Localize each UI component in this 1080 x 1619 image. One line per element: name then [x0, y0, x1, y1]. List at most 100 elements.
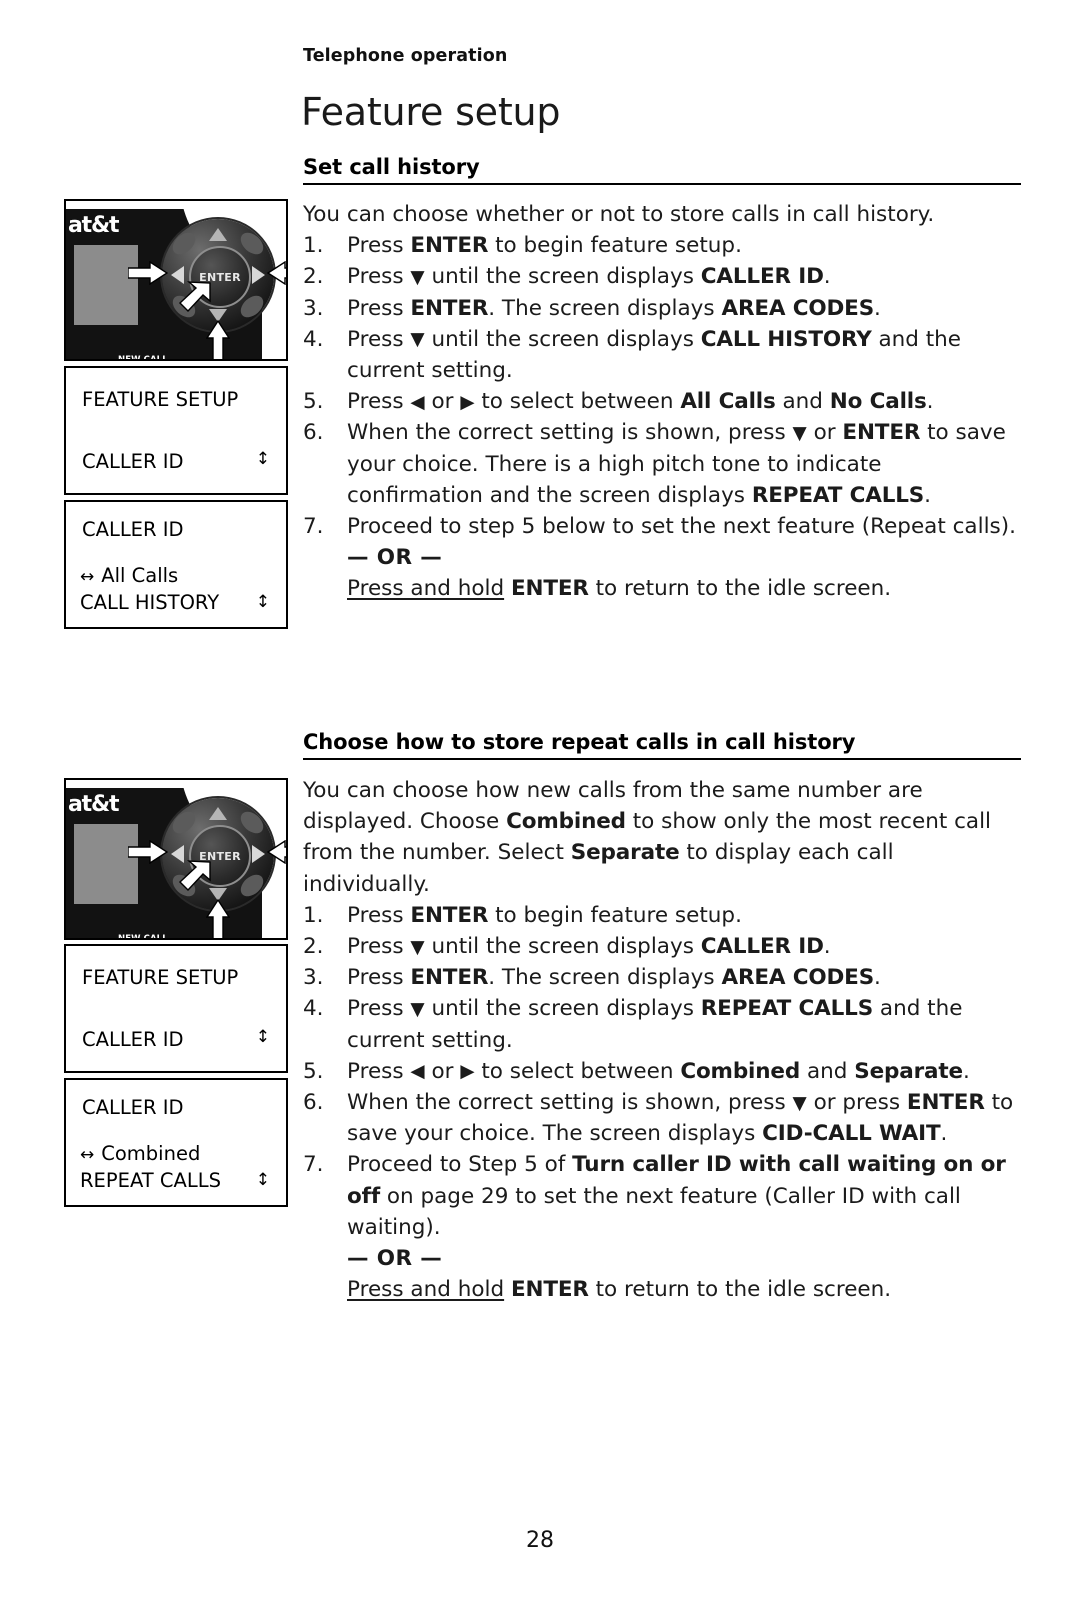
- step-text: Press ENTER. The screen displays AREA CO…: [347, 295, 881, 321]
- lcd-bottom-line: CALLER ID: [82, 450, 184, 473]
- step-number: 6.: [303, 420, 324, 446]
- step-item: 3. Press ENTER. The screen displays AREA …: [303, 962, 1023, 993]
- step-number: 7.: [303, 514, 324, 540]
- lcd-top-line: CALLER ID: [82, 518, 184, 541]
- step-item: 6. When the correct setting is shown, pre…: [303, 1087, 1023, 1149]
- callout-right-arrow-icon: [266, 840, 286, 864]
- callout-enter-button: [176, 279, 216, 319]
- lcd-setting-value: All Calls: [101, 564, 179, 587]
- step-text: Press ◀ or ▶ to select between Combined …: [347, 1058, 970, 1084]
- right-arrow-icon[interactable]: [252, 266, 265, 284]
- lcd-top-line: CALLER ID: [82, 1096, 184, 1119]
- step-item: 5. Press ◀ or ▶ to select between Combine…: [303, 1056, 1023, 1087]
- softkey-label-newcall: NEW CALL LINE 2: [118, 934, 168, 940]
- section-2-steps: 1. Press ENTER to begin feature setup. 2. P…: [303, 900, 1023, 1243]
- right-arrow-icon: ▶: [460, 1061, 475, 1083]
- section-2-idle-instruction: Press and hold ENTER to return to the id…: [347, 1277, 892, 1303]
- heading-rule: [303, 183, 1021, 185]
- up-arrow-icon[interactable]: [209, 807, 227, 820]
- step-text: Press ▼ until the screen displays REPEAT…: [347, 996, 963, 1053]
- up-down-indicator-icon: ↕: [255, 1027, 270, 1047]
- phone-illustration: at&t TORY NEW CALL LINE 2 ENTER: [66, 780, 286, 938]
- section-heading-choose-repeat-calls: Choose how to store repeat calls in call…: [303, 730, 1021, 760]
- left-arrow-icon: ◀: [410, 391, 425, 413]
- lcd-bottom-line: REPEAT CALLS: [80, 1169, 221, 1192]
- step-number: 2.: [303, 934, 324, 960]
- step-text: When the correct setting is shown, press…: [347, 1090, 1014, 1147]
- right-arrow-icon: ▶: [460, 391, 475, 413]
- softkey-label-newcall: NEW CALL LINE 2: [118, 355, 168, 359]
- step-number: 4.: [303, 326, 324, 352]
- step-text: Press ENTER to begin feature setup.: [347, 233, 742, 259]
- step-item: 2. Press ▼ until the screen displays CALL…: [303, 261, 1023, 292]
- section-2-body: You can choose how new calls from the sa…: [303, 775, 1023, 1305]
- lcd-bottom-line: CALLER ID: [82, 1028, 184, 1051]
- step-item: 5. Press ◀ or ▶ to select between All Cal…: [303, 386, 1023, 417]
- section-heading-set-call-history: Set call history: [303, 155, 1021, 185]
- lcd-screen-feature-setup-1: FEATURE SETUP CALLER ID ↕: [64, 366, 288, 495]
- att-logo: at&t: [68, 213, 119, 238]
- down-arrow-icon: ▼: [792, 423, 807, 445]
- down-arrow-icon: ▼: [410, 329, 425, 351]
- lcd-setting-value: Combined: [101, 1142, 201, 1165]
- callout-right-arrow-icon: [266, 261, 286, 285]
- step-number: 5.: [303, 389, 324, 415]
- phone-screen: [74, 824, 138, 904]
- phone-illustration: at&t TORY NEW CALL LINE 2 ENTER: [66, 201, 286, 359]
- callout-down-arrow-icon: [206, 898, 230, 938]
- running-head: Telephone operation: [303, 46, 508, 66]
- section-heading-text: Choose how to store repeat calls in call…: [303, 730, 856, 754]
- down-arrow-icon: ▼: [410, 267, 425, 289]
- step-text: Press ENTER. The screen displays AREA CO…: [347, 965, 881, 991]
- section-1-or-label: — OR —: [347, 545, 443, 571]
- right-arrow-icon[interactable]: [252, 845, 265, 863]
- lcd-setting-line: ↔ Combined: [80, 1142, 200, 1165]
- up-down-indicator-icon: ↕: [255, 592, 270, 612]
- down-arrow-icon: ▼: [410, 999, 425, 1021]
- lcd-screen-feature-setup-2: FEATURE SETUP CALLER ID ↕: [64, 944, 288, 1073]
- att-logo: at&t: [68, 792, 119, 817]
- left-right-indicator-icon: ↔: [80, 567, 95, 587]
- left-arrow-icon: ◀: [410, 1061, 425, 1083]
- lcd-top-line: FEATURE SETUP: [82, 388, 239, 411]
- step-number: 4.: [303, 996, 324, 1022]
- step-item: 4. Press ▼ until the screen displays REPE…: [303, 993, 1023, 1055]
- section-2-intro: You can choose how new calls from the sa…: [303, 778, 992, 897]
- lcd-top-line: FEATURE SETUP: [82, 966, 239, 989]
- callout-left-arrow-icon: [128, 840, 168, 864]
- step-text: Press ▼ until the screen displays CALL H…: [347, 326, 962, 384]
- down-arrow-icon: ▼: [410, 936, 425, 958]
- section-1-intro: You can choose whether or not to store c…: [303, 202, 935, 227]
- step-item: 7. Proceed to Step 5 of Turn caller ID wi…: [303, 1149, 1023, 1243]
- step-item: 6. When the correct setting is shown, pre…: [303, 417, 1023, 511]
- lcd-screen-caller-id-call-history: CALLER ID ↔ All Calls CALL HISTORY ↕: [64, 500, 288, 629]
- step-number: 1.: [303, 233, 324, 259]
- phone-figure-2: at&t TORY NEW CALL LINE 2 ENTER: [64, 778, 288, 940]
- section-1-body: You can choose whether or not to store c…: [303, 199, 1023, 605]
- step-text: Press ▼ until the screen displays CALLER…: [347, 264, 831, 290]
- up-arrow-icon[interactable]: [209, 228, 227, 241]
- step-item: 3. Press ENTER. The screen displays AREA …: [303, 293, 1023, 324]
- down-arrow-icon: ▼: [792, 1092, 807, 1114]
- step-text: Press ◀ or ▶ to select between All Calls…: [347, 389, 934, 415]
- callout-down-arrow-icon: [206, 319, 230, 359]
- step-text: Proceed to Step 5 of Turn caller ID with…: [347, 1152, 1006, 1240]
- step-number: 3.: [303, 295, 324, 321]
- softkey-label-newcall-top: NEW CALL: [118, 934, 168, 940]
- heading-rule: [303, 758, 1021, 760]
- lcd-screen-caller-id-repeat-calls: CALLER ID ↔ Combined REPEAT CALLS ↕: [64, 1078, 288, 1207]
- step-item: 1. Press ENTER to begin feature setup.: [303, 900, 1023, 931]
- step-number: 2.: [303, 264, 324, 290]
- document-page: Telephone operation Feature setup Set ca…: [0, 0, 1080, 1619]
- step-number: 7.: [303, 1152, 324, 1178]
- up-down-indicator-icon: ↕: [255, 1170, 270, 1190]
- lcd-setting-line: ↔ All Calls: [80, 564, 178, 587]
- section-heading-text: Set call history: [303, 155, 480, 179]
- step-number: 1.: [303, 902, 324, 928]
- lcd-bottom-line: CALL HISTORY: [80, 591, 220, 614]
- step-number: 5.: [303, 1058, 324, 1084]
- step-text: When the correct setting is shown, press…: [347, 420, 1006, 508]
- step-item: 7. Proceed to step 5 below to set the nex…: [303, 511, 1023, 542]
- page-number: 28: [526, 1528, 554, 1553]
- left-right-indicator-icon: ↔: [80, 1145, 95, 1165]
